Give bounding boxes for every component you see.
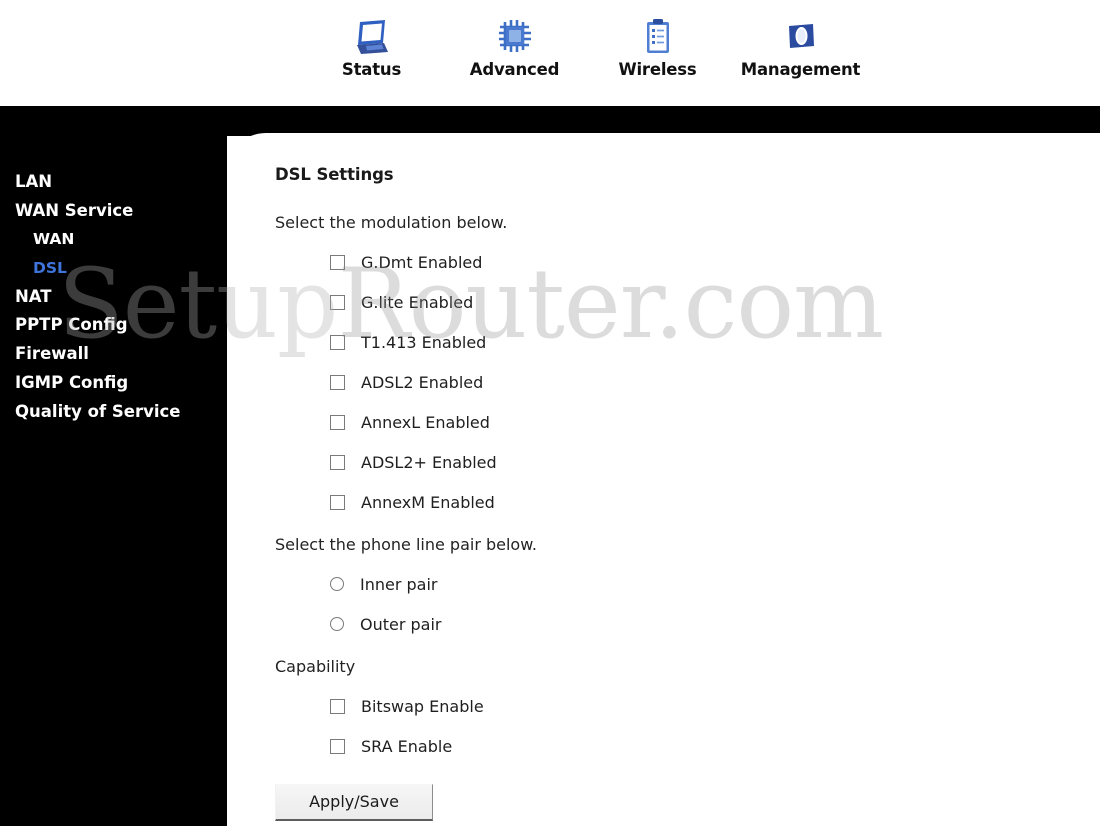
annexl-label: AnnexL Enabled xyxy=(361,412,490,432)
adsl2-label: ADSL2 Enabled xyxy=(361,372,484,392)
sidebar-item-nat[interactable]: NAT xyxy=(0,283,227,312)
nav-item-wireless[interactable]: Wireless xyxy=(586,8,729,79)
annexm-label: AnnexM Enabled xyxy=(361,492,495,512)
inner-pair-label: Inner pair xyxy=(360,574,438,594)
bitswap-label: Bitswap Enable xyxy=(361,696,484,716)
main-navigation: Status Advanced Wireless Management xyxy=(300,8,872,79)
sidebar-item-dsl[interactable]: DSL xyxy=(0,254,227,283)
content-panel: DSL Settings Select the modulation below… xyxy=(226,133,1100,826)
radio-row-inner-pair[interactable]: Inner pair xyxy=(275,564,975,604)
t1413-label: T1.413 Enabled xyxy=(361,332,487,352)
nav-label: Advanced xyxy=(469,60,560,79)
adsl2plus-checkbox[interactable] xyxy=(330,454,345,470)
adsl2-checkbox[interactable] xyxy=(330,374,345,390)
folder-icon xyxy=(729,8,872,56)
modulation-section-label: Select the modulation below. xyxy=(275,213,508,232)
annexm-checkbox[interactable] xyxy=(330,494,345,510)
sidebar-item-firewall[interactable]: Firewall xyxy=(0,340,227,369)
nav-item-status[interactable]: Status xyxy=(300,8,443,79)
inner-pair-radio[interactable] xyxy=(330,577,344,591)
sidebar-item-igmp-config[interactable]: IGMP Config xyxy=(0,369,227,398)
nav-label: Wireless xyxy=(618,60,697,79)
checkbox-row-bitswap[interactable]: Bitswap Enable xyxy=(275,686,975,726)
checkbox-row-gdmt[interactable]: G.Dmt Enabled xyxy=(275,242,975,282)
sidebar-navigation: LAN WAN Service WAN DSL NAT PPTP Config … xyxy=(0,106,227,826)
clipboard-icon xyxy=(586,8,729,56)
checkbox-row-glite[interactable]: G.lite Enabled xyxy=(275,282,975,322)
adsl2plus-label: ADSL2+ Enabled xyxy=(361,452,497,472)
checkbox-row-adsl2[interactable]: ADSL2 Enabled xyxy=(275,362,975,402)
checkbox-row-annexl[interactable]: AnnexL Enabled xyxy=(275,402,975,442)
outer-pair-radio[interactable] xyxy=(330,617,344,631)
checkbox-row-sra[interactable]: SRA Enable xyxy=(275,726,975,766)
sidebar-item-wan[interactable]: WAN xyxy=(0,225,227,254)
checkbox-row-t1413[interactable]: T1.413 Enabled xyxy=(275,322,975,362)
monitor-icon xyxy=(300,8,443,56)
radio-row-outer-pair[interactable]: Outer pair xyxy=(275,604,975,644)
router-admin-page: Status Advanced Wireless Management LAN … xyxy=(0,0,1100,826)
page-title: DSL Settings xyxy=(275,165,394,184)
checkbox-row-annexm[interactable]: AnnexM Enabled xyxy=(275,482,975,522)
capability-section-label: Capability xyxy=(275,657,356,676)
bitswap-checkbox[interactable] xyxy=(330,698,345,714)
sidebar-item-lan[interactable]: LAN xyxy=(0,168,227,197)
sidebar-item-wan-service[interactable]: WAN Service xyxy=(0,197,227,226)
glite-label: G.lite Enabled xyxy=(361,292,474,312)
annexl-checkbox[interactable] xyxy=(330,414,345,430)
glite-checkbox[interactable] xyxy=(330,294,345,310)
nav-label: Management xyxy=(740,60,861,79)
nav-item-management[interactable]: Management xyxy=(729,8,872,79)
nav-label: Status xyxy=(341,60,402,79)
nav-item-advanced[interactable]: Advanced xyxy=(443,8,586,79)
phone-line-pair-section-label: Select the phone line pair below. xyxy=(275,535,537,554)
sra-label: SRA Enable xyxy=(361,736,453,756)
sidebar-item-quality-of-service[interactable]: Quality of Service xyxy=(0,398,227,427)
outer-pair-label: Outer pair xyxy=(360,614,442,634)
chip-icon xyxy=(443,8,586,56)
checkbox-row-adsl2plus[interactable]: ADSL2+ Enabled xyxy=(275,442,975,482)
sidebar-item-pptp-config[interactable]: PPTP Config xyxy=(0,311,227,340)
sra-checkbox[interactable] xyxy=(330,738,345,754)
gdmt-checkbox[interactable] xyxy=(330,254,345,270)
t1413-checkbox[interactable] xyxy=(330,334,345,350)
dsl-settings-form: DSL Settings Select the modulation below… xyxy=(275,165,975,821)
gdmt-label: G.Dmt Enabled xyxy=(361,252,483,272)
apply-save-button[interactable]: Apply/Save xyxy=(275,784,433,821)
